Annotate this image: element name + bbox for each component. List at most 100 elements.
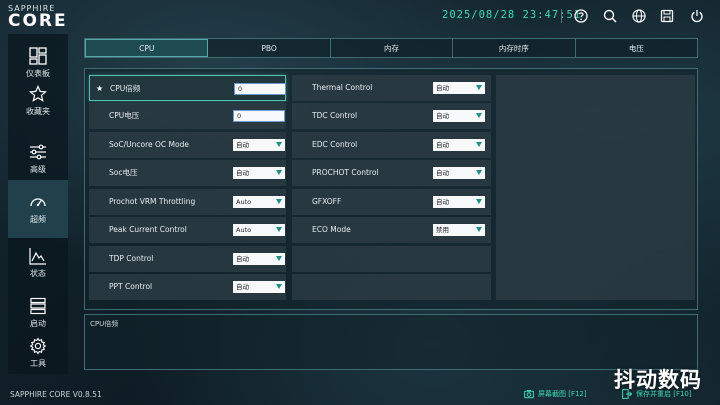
setting-row-thermal-control[interactable]: Thermal Control 自动 [292, 75, 491, 101]
sidebar-item-favorites[interactable]: 收藏夹 [8, 72, 68, 130]
dropdown-arrow-icon [276, 227, 282, 232]
dropdown-arrow-icon [476, 85, 482, 90]
gauge-icon [30, 198, 46, 207]
setting-row-cpu-voltage[interactable]: CPU电压 0 [89, 103, 286, 129]
boot-icon [30, 297, 46, 315]
screenshot-button[interactable]: 屏幕截图 [F12] [524, 388, 587, 400]
setting-label: Thermal Control [312, 83, 373, 92]
select-value: 自动 [236, 283, 249, 291]
setting-label: SoC/Uncore OC Mode [109, 140, 189, 149]
empty-cell [292, 246, 491, 272]
tdc-control-select[interactable]: 自动 [433, 110, 485, 122]
dropdown-arrow-icon [276, 199, 282, 204]
dropdown-arrow-icon [476, 227, 482, 232]
globe-icon[interactable] [629, 6, 649, 26]
help-icon[interactable] [571, 6, 591, 26]
dropdown-arrow-icon [476, 113, 482, 118]
setting-row-prochot-vrm[interactable]: Prochot VRM Throttling Auto [89, 189, 286, 215]
peak-current-select[interactable]: Auto [233, 224, 285, 236]
setting-row-edc-control[interactable]: EDC Control 自动 [292, 132, 491, 158]
setting-label: Prochot VRM Throttling [109, 197, 196, 206]
setting-row-soc-oc-mode[interactable]: SoC/Uncore OC Mode 自动 [89, 132, 286, 158]
setting-row-tdp-control[interactable]: TDP Control 自动 [89, 246, 286, 272]
sidebar-item-label: 状态 [30, 269, 46, 278]
select-value: 禁用 [436, 226, 449, 234]
sidebar-item-label: 收藏夹 [26, 107, 50, 116]
setting-label: ECO Mode [312, 225, 351, 234]
setting-label: Peak Current Control [109, 225, 187, 234]
select-value: 自动 [436, 112, 449, 120]
select-value: Auto [236, 226, 252, 234]
sidebar-item-label: 高级 [30, 165, 46, 174]
sliders-icon [30, 144, 46, 160]
prochot-vrm-select[interactable]: Auto [233, 196, 285, 208]
select-value: 自动 [436, 141, 449, 149]
setting-row-prochot-control[interactable]: PROCHOT Control 自动 [292, 160, 491, 186]
edc-control-select[interactable]: 自动 [433, 139, 485, 151]
setting-label: TDC Control [312, 111, 358, 120]
cpu-multiplier-input[interactable]: 0 [234, 83, 286, 95]
select-value: 自动 [436, 169, 449, 177]
setting-row-ppt-control[interactable]: PPT Control 自动 [89, 274, 286, 300]
soc-voltage-select[interactable]: 自动 [233, 167, 285, 179]
sidebar-item-overclock[interactable]: 超频 [8, 180, 68, 238]
dropdown-arrow-icon [276, 170, 282, 175]
cpu-voltage-input[interactable]: 0 [233, 110, 285, 122]
setting-row-tdc-control[interactable]: TDC Control 自动 [292, 103, 491, 129]
setting-label: Soc电压 [109, 168, 138, 177]
setting-label: TDP Control [109, 254, 154, 263]
setting-label: CPU电压 [109, 111, 140, 120]
chart-icon [29, 248, 46, 265]
logo-bottom: CORE [8, 11, 68, 31]
tab-pbo[interactable]: PBO [208, 39, 331, 57]
sidebar-item-tools[interactable]: 工具 [8, 324, 68, 382]
setting-row-peak-current[interactable]: Peak Current Control Auto [89, 217, 286, 243]
tab-voltage[interactable]: 电压 [575, 39, 698, 57]
setting-row-cpu-multiplier[interactable]: ★ CPU倍频 0 [89, 75, 286, 101]
empty-column [496, 75, 695, 300]
description-title: CPU倍频 [90, 320, 119, 328]
tab-memory-timing[interactable]: 内存时序 [453, 39, 576, 57]
empty-cell [292, 274, 491, 300]
save-icon[interactable] [657, 6, 677, 26]
tdp-control-select[interactable]: 自动 [233, 253, 285, 265]
dropdown-arrow-icon [276, 142, 282, 147]
select-value: 自动 [236, 141, 249, 149]
soc-oc-mode-select[interactable]: 自动 [233, 139, 285, 151]
setting-label: PROCHOT Control [312, 168, 379, 177]
camera-icon [524, 390, 534, 399]
favorite-star-icon[interactable]: ★ [96, 76, 103, 102]
setting-row-eco-mode[interactable]: ECO Mode 禁用 [292, 217, 491, 243]
screenshot-label: 屏幕截图 [F12] [538, 390, 587, 398]
dropdown-arrow-icon [476, 199, 482, 204]
tab-cpu[interactable]: CPU [85, 39, 209, 57]
select-value: 自动 [436, 198, 449, 206]
sidebar-item-label: 超频 [30, 215, 46, 224]
tab-bar: CPU PBO 内存 内存时序 电压 [84, 38, 698, 58]
dropdown-arrow-icon [276, 284, 282, 289]
search-icon[interactable] [600, 6, 620, 26]
version-label: SAPPHIRE CORE V0.8.51 [10, 390, 102, 399]
thermal-control-select[interactable]: 自动 [433, 82, 485, 94]
dashboard-icon [29, 47, 47, 65]
setting-row-soc-voltage[interactable]: Soc电压 自动 [89, 160, 286, 186]
header-divider [561, 9, 562, 23]
dropdown-arrow-icon [476, 170, 482, 175]
sidebar: 仪表板 收藏夹 高级 超频 状态 启动 工具 [8, 34, 68, 374]
setting-row-gfxoff[interactable]: GFXOFF 自动 [292, 189, 491, 215]
dropdown-arrow-icon [476, 142, 482, 147]
eco-mode-select[interactable]: 禁用 [433, 224, 485, 236]
power-icon[interactable] [687, 6, 707, 26]
gfxoff-select[interactable]: 自动 [433, 196, 485, 208]
dropdown-arrow-icon [276, 256, 282, 261]
description-panel: CPU倍频 [84, 314, 698, 370]
setting-label: PPT Control [109, 282, 153, 291]
select-value: 自动 [236, 169, 249, 177]
sapphire-core-logo: SAPPHIRE CORE [8, 4, 88, 30]
select-value: Auto [236, 198, 252, 206]
ppt-control-select[interactable]: 自动 [233, 281, 285, 293]
prochot-control-select[interactable]: 自动 [433, 167, 485, 179]
select-value: 自动 [236, 255, 249, 263]
tab-memory[interactable]: 内存 [330, 39, 454, 57]
watermark: 抖动数码 [614, 368, 702, 392]
